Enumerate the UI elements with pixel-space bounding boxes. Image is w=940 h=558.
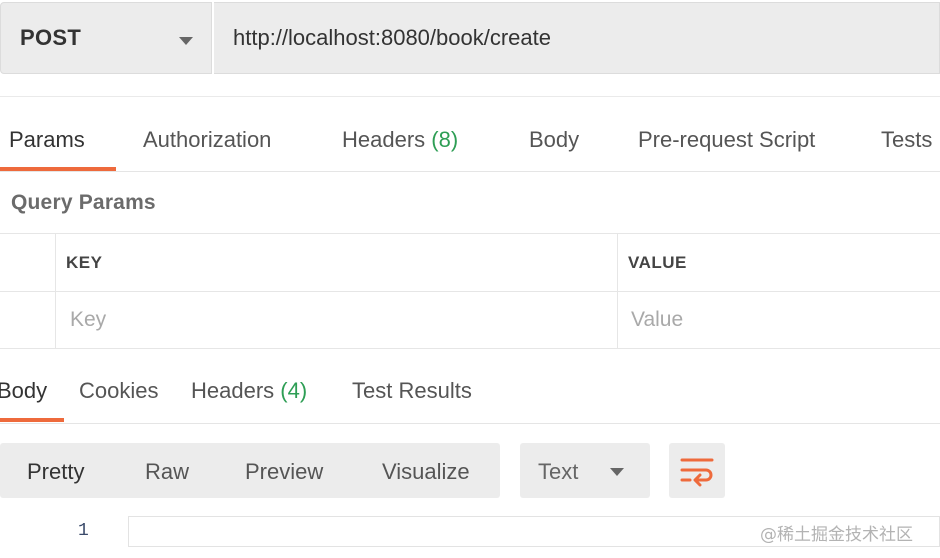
tab-headers-label: Headers — [342, 127, 426, 152]
request-bar: POST http://localhost:8080/book/create — [0, 0, 940, 78]
response-tab-headers-label: Headers — [191, 378, 275, 403]
active-tab-indicator — [0, 167, 116, 171]
tab-pre-request-script[interactable]: Pre-request Script — [638, 127, 815, 153]
query-params-table: KEY VALUE — [0, 233, 940, 349]
chevron-down-icon — [179, 37, 193, 45]
method-select[interactable]: POST — [0, 2, 212, 74]
value-column-header: VALUE — [628, 253, 687, 272]
format-select[interactable]: Text — [520, 443, 650, 498]
visualize-button[interactable]: Visualize — [382, 459, 470, 485]
tab-headers[interactable]: Headers (8) — [342, 127, 458, 153]
response-tab-headers[interactable]: Headers (4) — [191, 378, 307, 404]
view-mode-group: Pretty Raw Preview Visualize — [0, 443, 500, 498]
response-tab-body[interactable]: Body — [0, 378, 47, 404]
raw-button[interactable]: Raw — [145, 459, 189, 485]
line-number: 1 — [78, 521, 89, 541]
tab-tests[interactable]: Tests — [881, 127, 932, 153]
response-tabs: Body Cookies Headers (4) Test Results — [0, 352, 940, 424]
request-tabs: Params Authorization Headers (8) Body Pr… — [0, 96, 940, 172]
url-input[interactable]: http://localhost:8080/book/create — [214, 2, 940, 74]
tab-body[interactable]: Body — [529, 127, 579, 153]
format-label: Text — [538, 459, 579, 484]
headers-count-badge: (8) — [431, 127, 459, 152]
pretty-button[interactable]: Pretty — [27, 459, 84, 485]
active-response-tab-indicator — [0, 418, 64, 422]
response-tab-cookies[interactable]: Cookies — [79, 378, 158, 404]
method-label: POST — [20, 25, 82, 50]
wrap-lines-icon — [680, 458, 714, 487]
query-params-title: Query Params — [11, 191, 156, 214]
response-headers-count-badge: (4) — [280, 378, 308, 403]
url-text: http://localhost:8080/book/create — [233, 25, 551, 50]
param-value-input[interactable] — [631, 292, 931, 348]
chevron-down-icon — [610, 468, 624, 476]
param-key-input[interactable] — [70, 292, 610, 348]
response-tab-test-results[interactable]: Test Results — [352, 378, 472, 404]
wrap-lines-button[interactable] — [669, 443, 725, 498]
tab-authorization[interactable]: Authorization — [143, 127, 271, 153]
tab-params[interactable]: Params — [9, 127, 85, 153]
key-column-header: KEY — [66, 253, 103, 272]
preview-button[interactable]: Preview — [245, 459, 323, 485]
watermark: @稀土掘金技术社区 — [760, 525, 913, 545]
